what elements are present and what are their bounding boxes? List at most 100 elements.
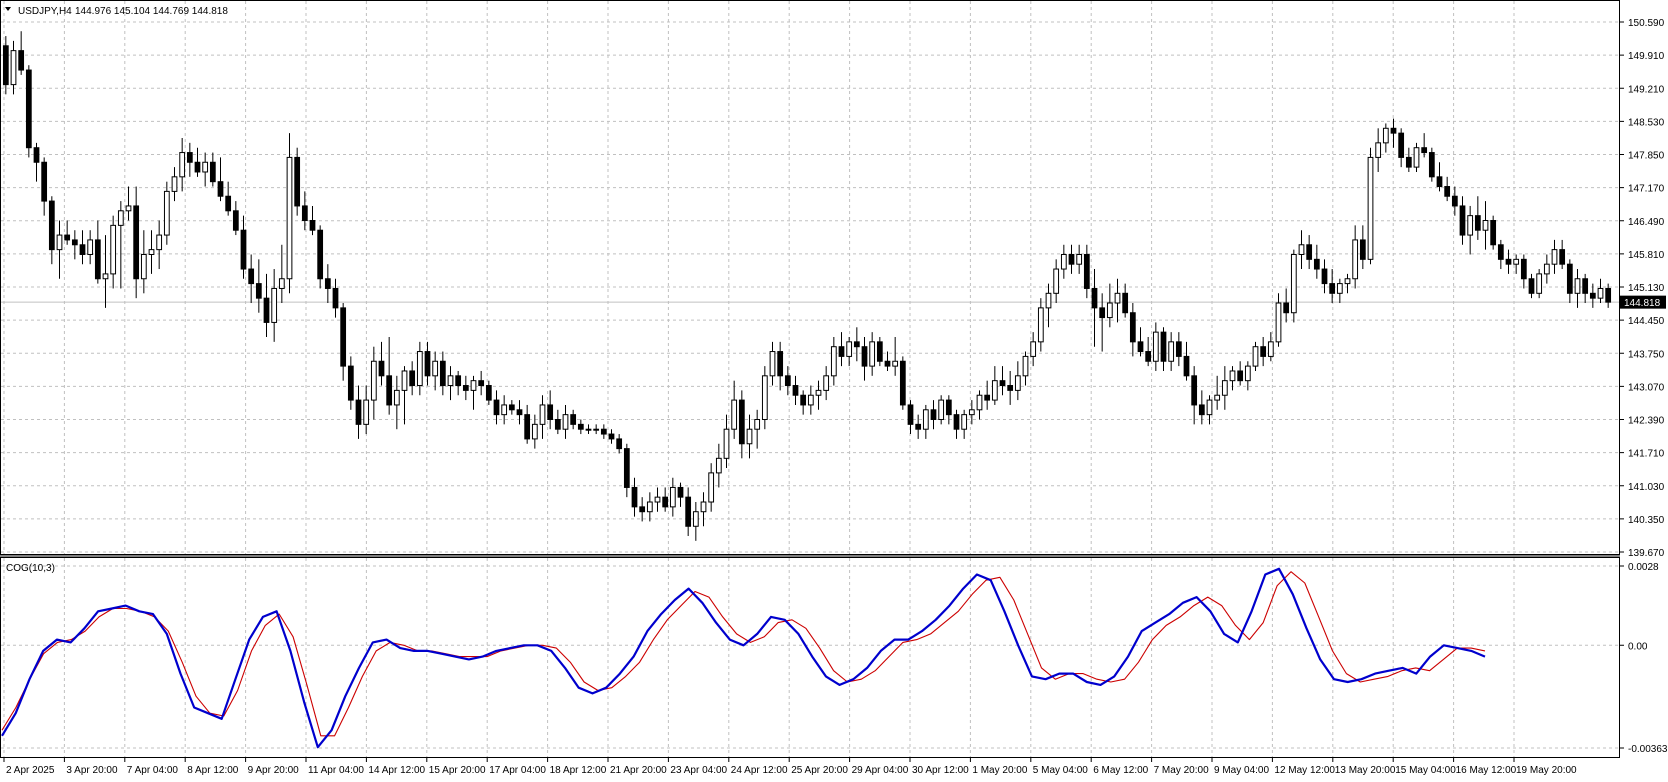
candle-body: [784, 375, 791, 387]
candle: [255, 259, 262, 313]
candle-body: [455, 375, 462, 387]
candle-body: [685, 496, 692, 527]
candle-body: [393, 389, 400, 406]
candle: [616, 434, 623, 454]
candle-body: [861, 346, 868, 367]
candle: [1505, 249, 1512, 274]
candle: [1175, 332, 1182, 367]
candle: [340, 303, 347, 381]
candle-body: [102, 273, 109, 280]
candle: [1559, 239, 1566, 270]
candle: [1122, 283, 1129, 318]
candle: [163, 181, 170, 245]
candle-body: [1007, 385, 1014, 391]
candle-body: [1375, 142, 1382, 158]
candle: [1237, 361, 1244, 386]
candle: [899, 356, 906, 410]
candle-body: [1551, 249, 1558, 265]
candle: [623, 443, 630, 498]
candle: [861, 336, 868, 381]
candle: [455, 370, 462, 396]
candle: [1260, 336, 1267, 367]
candle-body: [723, 428, 730, 459]
candle: [800, 390, 807, 415]
candle-body: [1160, 331, 1167, 362]
candle: [547, 390, 554, 430]
candle: [317, 225, 324, 289]
candle-body: [1214, 394, 1221, 401]
candle-body: [194, 161, 201, 173]
candle-body: [800, 394, 807, 406]
candle-body: [1359, 239, 1366, 260]
time-tick-label: 21 Apr 20:00: [610, 765, 667, 776]
candle: [646, 492, 653, 522]
candle: [1566, 259, 1573, 304]
candle-body: [899, 360, 906, 406]
candle-body: [87, 239, 94, 255]
candle: [370, 346, 377, 420]
candle-body: [754, 419, 761, 430]
candle-body: [33, 147, 40, 163]
time-tick-label: 25 Apr 20:00: [791, 765, 848, 776]
candle-body: [1252, 346, 1259, 367]
candle: [140, 230, 147, 294]
candle-body: [608, 433, 615, 440]
candle: [922, 404, 929, 439]
candle-body: [1022, 355, 1029, 377]
candle-body: [884, 360, 891, 367]
candle-body: [1421, 147, 1428, 154]
candle: [217, 157, 224, 202]
candle-body: [991, 380, 998, 401]
candle: [133, 186, 140, 299]
candle-body: [938, 399, 945, 421]
symbol-label: USDJPY,H4: [18, 6, 72, 17]
candle-body: [562, 414, 569, 430]
candle-body: [1068, 253, 1075, 265]
candle-body: [1451, 195, 1458, 207]
candle: [1045, 283, 1052, 328]
candle: [447, 366, 454, 401]
candle: [1152, 322, 1159, 371]
candle-body: [654, 496, 661, 503]
time-tick-label: 3 Apr 20:00: [66, 765, 118, 776]
candle: [186, 142, 193, 177]
candle: [1252, 341, 1259, 371]
candle-body: [1237, 370, 1244, 382]
candle-body: [876, 341, 883, 362]
candle: [1421, 133, 1428, 158]
candle-body: [968, 409, 975, 416]
candle: [25, 65, 32, 158]
candle-body: [1566, 263, 1573, 294]
candle: [1474, 196, 1481, 240]
candle: [700, 492, 707, 527]
candle-body: [71, 239, 78, 246]
candle-body: [1037, 307, 1044, 343]
candle: [1497, 239, 1504, 270]
candle: [1375, 128, 1382, 172]
candle-body: [64, 234, 71, 241]
time-tick-label: 15 May 04:00: [1395, 765, 1456, 776]
candle: [439, 351, 446, 396]
candle: [1129, 303, 1136, 357]
candle-body: [869, 341, 876, 367]
candle-body: [1436, 176, 1443, 188]
indicator-label: COG(10,3): [6, 563, 55, 574]
candle: [1405, 147, 1412, 172]
candle: [248, 254, 255, 304]
candle: [1014, 361, 1021, 401]
price-tick-label: 150.590: [1628, 18, 1665, 29]
candle: [1444, 176, 1451, 202]
candle-body: [1520, 258, 1527, 280]
candle: [64, 220, 71, 245]
candle: [1114, 278, 1121, 323]
price-tick-label: 149.210: [1628, 84, 1665, 95]
time-tick-label: 19 May 20:00: [1516, 765, 1577, 776]
candle: [1520, 254, 1527, 289]
candle-body: [179, 152, 186, 178]
symbol-dropdown-icon[interactable]: [5, 7, 11, 11]
candle-body: [324, 278, 331, 289]
candle-body: [953, 414, 960, 430]
candle: [761, 366, 768, 430]
candle: [938, 395, 945, 425]
candle-body: [846, 341, 853, 357]
